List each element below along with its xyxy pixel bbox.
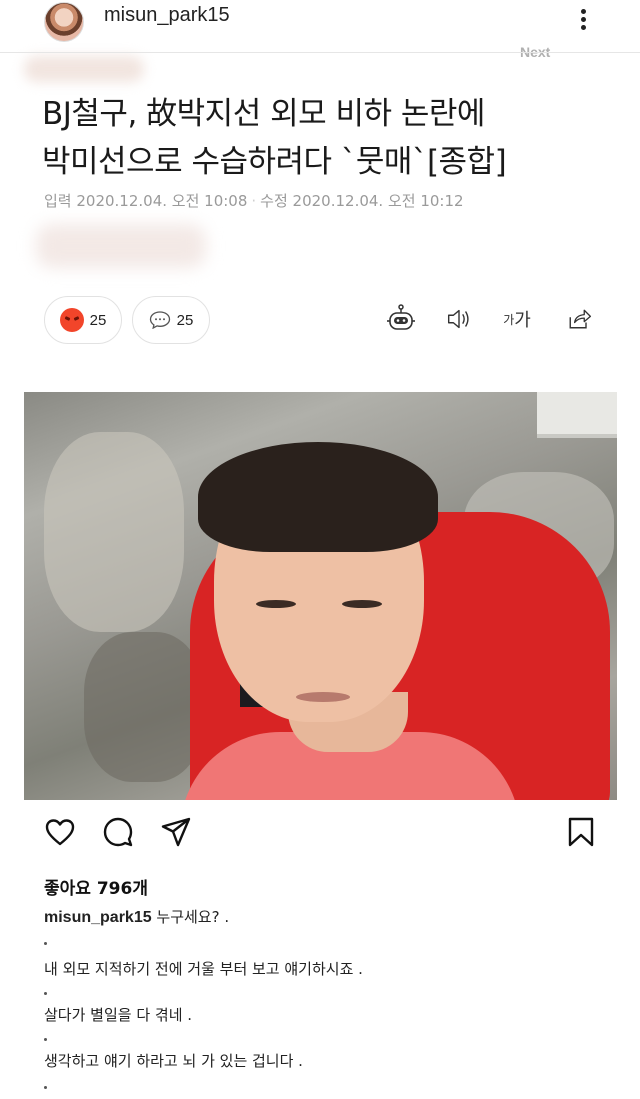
robot-icon[interactable]	[384, 302, 418, 336]
comment-count-button[interactable]: 25	[132, 296, 210, 344]
speech-bubble-icon	[149, 311, 170, 329]
send-icon[interactable]	[160, 816, 192, 848]
meta-edit-date: 수정 2020.12.04. 오전 10:12	[260, 192, 464, 210]
angry-face-icon	[59, 308, 84, 332]
reaction-count: 25	[89, 311, 107, 329]
bookmark-icon[interactable]	[565, 816, 597, 848]
air-conditioner	[537, 392, 617, 438]
meta-separator: ·	[251, 192, 257, 210]
person-mouth	[296, 692, 350, 702]
font-size-icon[interactable]: 가가	[500, 302, 534, 336]
font-small-label: 가	[503, 312, 515, 327]
avatar[interactable]	[44, 2, 84, 42]
comment-icon[interactable]	[102, 816, 134, 848]
video-still	[24, 392, 617, 800]
post-action-bar	[0, 816, 640, 856]
person-hair	[198, 442, 438, 552]
headline-line: BJ철구, 故박지선 외모 비하 논란에	[42, 96, 485, 132]
blurred-reporter	[36, 224, 206, 268]
meta-input-date: 입력 2020.12.04. 오전 10:08	[44, 192, 248, 210]
caption-text: 누구세요? .	[156, 908, 230, 926]
font-big-label: 가	[514, 310, 531, 331]
article-headline: BJ철구, 故박지선 외모 비하 논란에 박미선으로 수습하려다 `뭇매`[종합…	[42, 90, 602, 186]
speaker-icon[interactable]	[442, 302, 476, 336]
heart-icon[interactable]	[44, 816, 76, 848]
news-article-image: Next BJ철구, 故박지선 외모 비하 논란에 박미선으로 수습하려다 `뭇…	[0, 44, 640, 804]
person-eye	[342, 600, 382, 608]
caption-text: 살다가 별일을 다 겪네 .	[44, 1006, 193, 1024]
more-vertical-icon[interactable]	[576, 6, 590, 36]
caption-text: 생각하고 얘기 하라고 뇌 가 있는 겁니다 .	[44, 1052, 303, 1070]
divider	[0, 52, 640, 53]
post-username[interactable]: misun_park15	[104, 4, 230, 27]
caption-first-line: misun_park15 누구세요? .	[44, 906, 229, 927]
article-meta: 입력 2020.12.04. 오전 10:08 · 수정 2020.12.04. 오…	[44, 190, 464, 211]
headline-line: 박미선으로 수습하려다 `뭇매`[종합]	[42, 144, 507, 180]
caption-dot	[44, 992, 47, 995]
caption-username[interactable]: misun_park15	[44, 909, 152, 926]
share-icon[interactable]	[562, 302, 596, 336]
wall-patch	[84, 632, 204, 782]
post-header: misun_park15	[0, 0, 640, 44]
comment-count: 25	[176, 311, 194, 329]
wall-patch	[44, 432, 184, 632]
person-eye	[256, 600, 296, 608]
caption-dot	[44, 1086, 47, 1089]
caption-dot	[44, 1038, 47, 1041]
blurred-logo	[24, 56, 144, 82]
caption-text: 내 외모 지적하기 전에 거울 부터 보고 얘기하시죠 .	[44, 960, 363, 978]
reaction-button[interactable]: 25	[44, 296, 122, 344]
likes-count[interactable]: 좋아요 796개	[44, 874, 148, 899]
caption-dot	[44, 942, 47, 945]
